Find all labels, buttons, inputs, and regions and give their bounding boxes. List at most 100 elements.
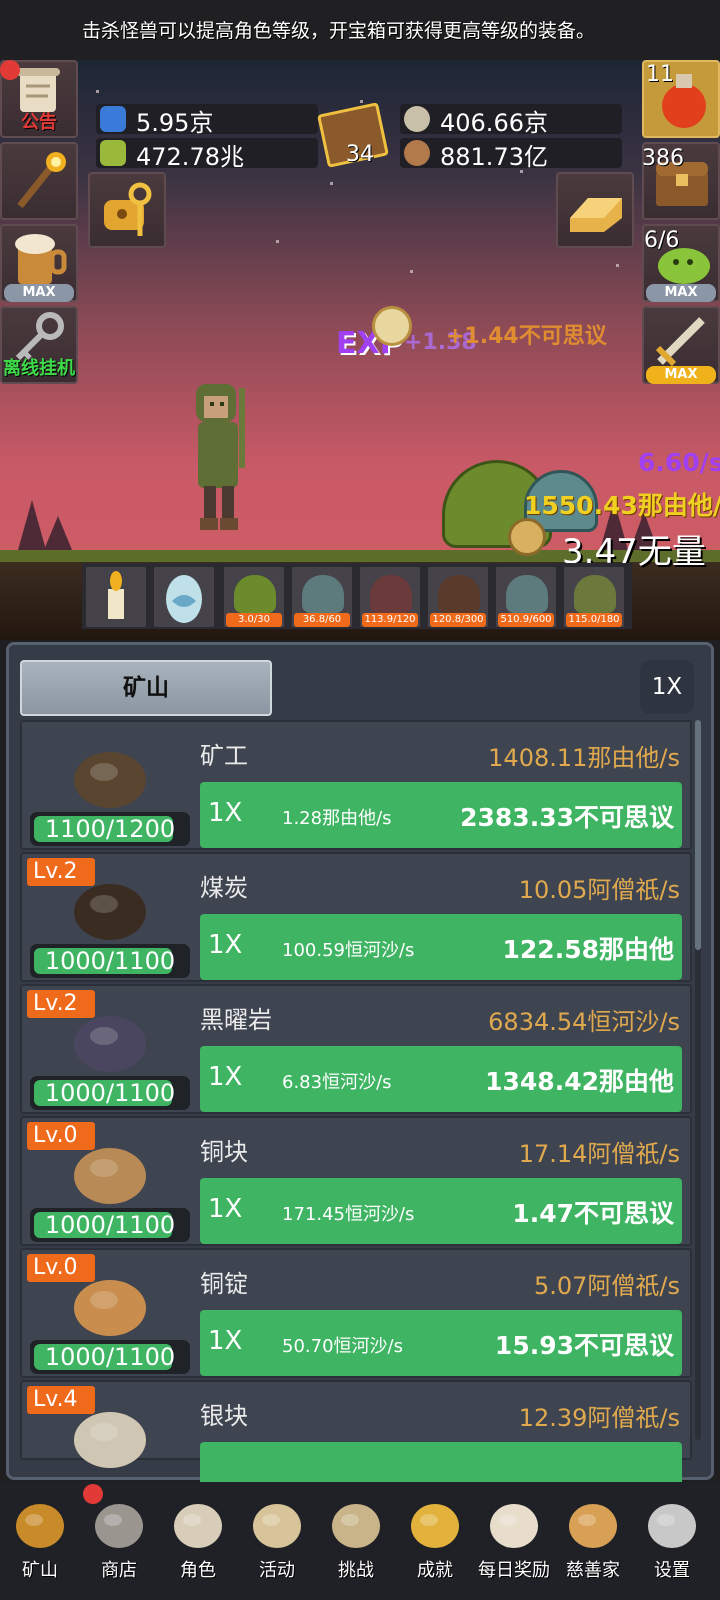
resource-rate: 12.39阿僧祇/s [518,1404,680,1432]
green-potion-icon [100,140,126,166]
red-potion-button[interactable]: 11 [642,60,720,138]
nav-item-gear[interactable]: 设置 [632,1488,712,1594]
notice-text: 击杀怪兽可以提高角色等级，开宝箱可获得更高等级的装备。 [82,20,596,42]
monster-slot[interactable]: 510.9/600 [494,565,558,629]
notification-dot [83,1484,103,1504]
hero-character [196,384,245,530]
treasure-chest-button[interactable]: 386 [642,142,720,220]
candle-icon [108,571,124,619]
offline-idle-button[interactable]: 离线挂机 [0,306,78,384]
star [276,240,279,243]
nav-label: 慈善家 [566,1560,620,1581]
shop-icon [95,1504,143,1548]
level-progress-bar: 1000/1100 [30,944,190,978]
upgrade-gain: 171.45恒河沙/s [282,1204,415,1225]
torch-icon [17,152,66,209]
gain-popup: +1.44不可思议 [446,324,607,349]
hill-silhouette [44,516,72,550]
resource-row: Lv.0 1000/1100 铜锭 5.07阿僧祇/s 1X 50.70恒河沙/s 15.9… [20,1248,692,1378]
upgrade-button[interactable]: 1X 100.59恒河沙/s 122.58那由他 [200,914,682,980]
candle-slot[interactable] [84,565,148,629]
coin-rate: 1550.43那由他/s [524,491,720,520]
torch-button[interactable] [0,142,78,220]
coal-icon [74,884,146,940]
skull-icon [174,1504,222,1548]
resource-name: 银块 [200,1402,248,1430]
multiplier: 1X [208,930,243,960]
tab-mine[interactable]: 矿山 [20,660,272,716]
miner-icon [74,752,146,808]
nav-item-scroll[interactable]: 活动 [237,1488,317,1594]
nav-item-envelope[interactable]: 每日奖励 [474,1488,554,1594]
silver-coin-resource: 406.66京 [400,104,622,137]
egg-icon [166,575,202,623]
exp-rate: 6.60/s [638,448,720,477]
level-progress-bar: 1000/1100 [30,1340,190,1374]
progress-text: 1000/1100 [44,1211,176,1239]
game-screen: 击杀怪兽可以提高角色等级，开宝箱可获得更高等级的装备。 公告 MAX 离线挂机 … [0,0,720,1600]
bat-monster-icon [370,575,412,613]
progress-text: 1000/1100 [44,1079,176,1107]
monster-slot[interactable]: 3.0/30 [222,565,286,629]
upgrade-gain: 6.83恒河沙/s [282,1072,392,1093]
star [616,264,619,267]
scrollbar-thumb[interactable] [695,720,701,950]
nav-item-bread[interactable]: 慈善家 [553,1488,633,1594]
upgrade-cost: 122.58那由他 [502,935,674,964]
nav-label: 挑战 [338,1560,374,1581]
announcement-button[interactable]: 公告 [0,60,78,138]
speed-toggle-button[interactable]: 1X [640,660,694,714]
nav-item-golden-key[interactable]: 成就 [395,1488,475,1594]
monster-slot[interactable]: 115.0/180 [562,565,626,629]
coin-icon [508,518,546,556]
bag-icon [404,140,430,166]
monster-progress: 115.0/180 [566,613,622,627]
copper-ore-icon [74,1148,146,1204]
resource-name: 铜块 [200,1138,248,1166]
sword-button[interactable]: MAX [642,306,720,384]
max-tag: MAX [4,284,74,302]
nav-label: 角色 [180,1560,216,1581]
upgrade-cost: 15.93不可思议 [494,1331,674,1360]
upgrade-button[interactable]: 1X 1.28那由他/s 2383.33不可思议 [200,782,682,848]
nav-item-map[interactable]: 挑战 [316,1488,396,1594]
map-icon [332,1504,380,1548]
silver-ore-icon [74,1412,146,1468]
resource-rate: 17.14阿僧祇/s [518,1140,680,1168]
beer-button[interactable]: MAX [0,224,78,302]
resource-name: 矿工 [200,742,248,770]
gold-bar-button[interactable] [556,172,634,248]
resource-row: Lv.0 1000/1100 铜块 17.14阿僧祇/s 1X 171.45恒河沙/s 1.… [20,1116,692,1246]
level-progress-bar: 1000/1100 [30,1208,190,1242]
monster-slot[interactable]: 113.9/120 [358,565,422,629]
egg-slot[interactable] [152,565,216,629]
resource-row: Lv.2 1000/1100 煤炭 10.05阿僧祇/s 1X 100.59恒河沙/s 12… [20,852,692,982]
nav-item-shop[interactable]: 商店 [79,1484,159,1594]
bag-resource: 881.73亿 [400,138,622,171]
upgrade-button[interactable]: 1X 6.83恒河沙/s 1348.42那由他 [200,1046,682,1112]
slime-monster-icon [234,575,276,613]
envelope-icon [490,1504,538,1548]
book-count: 34 [346,142,374,167]
upgrade-button[interactable]: 1X 50.70恒河沙/s 15.93不可思议 [200,1310,682,1376]
multiplier: 1X [208,798,243,828]
nav-item-skull[interactable]: 角色 [158,1488,238,1594]
nav-item-lantern[interactable]: 矿山 [0,1488,80,1594]
chest-count: 386 [642,146,684,171]
upgrade-cost: 1348.42那由他 [485,1067,674,1096]
blue-potion-value: 5.95京 [136,109,214,137]
monster-slot[interactable]: 36.8/60 [290,565,354,629]
upgrade-button[interactable]: 1X 171.45恒河沙/s 1.47不可思议 [200,1178,682,1244]
multiplier: 1X [208,1194,243,1224]
star [360,100,363,103]
nav-label: 设置 [654,1560,690,1581]
obsidian-icon [74,1016,146,1072]
golden-lock-button[interactable] [88,172,166,248]
bread-icon [569,1504,617,1548]
multiplier: 1X [208,1326,243,1356]
multiplier: 1X [208,1062,243,1092]
resource-name: 煤炭 [200,874,248,902]
resource-rate: 10.05阿僧祇/s [518,876,680,904]
slime-button[interactable]: 6/6 MAX [642,224,720,302]
monster-slot[interactable]: 120.8/300 [426,565,490,629]
